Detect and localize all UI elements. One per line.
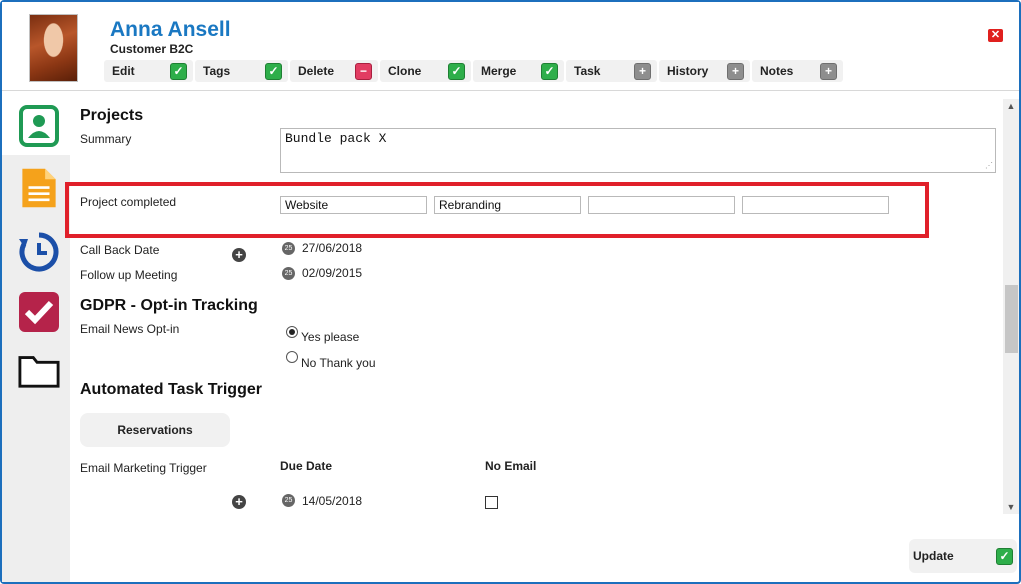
close-icon[interactable]: ✕ [988, 29, 1003, 42]
task-label: Task [574, 64, 601, 78]
highlight-box [65, 182, 929, 238]
merge-button[interactable]: Merge ✓ [473, 60, 564, 82]
follow-up-label: Follow up Meeting [80, 268, 178, 282]
notes-label: Notes [760, 64, 794, 78]
clone-label: Clone [388, 64, 422, 78]
call-back-label: Call Back Date [80, 243, 160, 257]
projects-heading: Projects [80, 107, 144, 124]
plus-icon: + [634, 62, 651, 80]
contact-name: Anna Ansell [110, 18, 231, 41]
history-button[interactable]: History + [659, 60, 750, 82]
update-label: Update [913, 549, 954, 563]
automated-heading: Automated Task Trigger [80, 381, 262, 398]
check-icon: ✓ [448, 62, 465, 80]
calendar-icon[interactable]: 25 [282, 242, 295, 255]
no-thank-you-radio[interactable] [286, 351, 298, 363]
scroll-up-icon[interactable]: ▲ [1003, 99, 1019, 113]
plus-icon: + [727, 62, 744, 80]
tags-button[interactable]: Tags ✓ [195, 60, 288, 82]
plus-icon: + [820, 62, 837, 80]
follow-up-date: 02/09/2015 [302, 266, 363, 280]
folder-icon[interactable] [18, 349, 60, 391]
edit-label: Edit [112, 64, 135, 78]
task-check-icon[interactable] [18, 291, 60, 333]
summary-value: Bundle pack X [285, 131, 387, 146]
due-date-header: Due Date [280, 459, 333, 473]
scroll-down-icon[interactable]: ▼ [1003, 500, 1019, 514]
reservations-tab[interactable]: Reservations [80, 413, 230, 447]
history-icon[interactable] [18, 231, 60, 273]
avatar [29, 14, 78, 82]
gdpr-heading: GDPR - Opt-in Tracking [80, 297, 258, 314]
task-button[interactable]: Task + [566, 60, 657, 82]
calendar-icon[interactable]: 25 [282, 494, 295, 507]
window-frame: Anna Ansell Customer B2C ✕ Edit ✓ Tags ✓… [0, 0, 1021, 584]
calendar-icon[interactable]: 25 [282, 267, 295, 280]
delete-label: Delete [298, 64, 335, 78]
clone-button[interactable]: Clone ✓ [380, 60, 471, 82]
update-button[interactable]: Update ✓ [909, 539, 1017, 573]
history-label: History [667, 64, 709, 78]
check-icon: ✓ [170, 62, 187, 80]
email-news-label: Email News Opt-in [80, 322, 180, 336]
scroll-thumb[interactable] [1005, 285, 1018, 353]
action-toolbar: Edit ✓ Tags ✓ Delete − Clone ✓ Merge ✓ T… [104, 60, 845, 82]
add-date-icon[interactable]: + [232, 248, 246, 262]
vertical-scrollbar[interactable]: ▲ ▼ [1003, 99, 1019, 514]
document-icon[interactable] [18, 167, 60, 209]
no-email-header: No Email [485, 459, 537, 473]
summary-textarea[interactable]: Bundle pack X ⋰ [280, 128, 996, 173]
tags-label: Tags [203, 64, 231, 78]
call-back-date: 27/06/2018 [302, 241, 363, 255]
due-date-value: 14/05/2018 [302, 494, 363, 508]
merge-label: Merge [481, 64, 517, 78]
check-icon: ✓ [265, 62, 282, 80]
contact-type: Customer B2C [110, 42, 194, 56]
form-content: Projects Summary Bundle pack X ⋰ Project… [70, 91, 1002, 511]
add-trigger-icon[interactable]: + [232, 495, 246, 509]
check-icon: ✓ [541, 62, 558, 80]
contact-header: Anna Ansell Customer B2C ✕ Edit ✓ Tags ✓… [2, 2, 1019, 91]
no-email-checkbox[interactable] [485, 496, 498, 509]
sidebar [2, 91, 70, 582]
delete-button[interactable]: Delete − [290, 60, 378, 82]
email-marketing-label: Email Marketing Trigger [80, 461, 207, 475]
notes-button[interactable]: Notes + [752, 60, 843, 82]
resize-grip-icon[interactable]: ⋰ [985, 161, 993, 171]
summary-label: Summary [80, 132, 132, 146]
contact-card-icon[interactable] [18, 105, 60, 147]
edit-button[interactable]: Edit ✓ [104, 60, 193, 82]
yes-please-label: Yes please [301, 330, 360, 344]
no-thank-you-label: No Thank you [301, 356, 376, 370]
minus-icon: − [355, 62, 372, 80]
check-icon: ✓ [996, 548, 1013, 565]
yes-please-radio[interactable] [286, 326, 298, 338]
